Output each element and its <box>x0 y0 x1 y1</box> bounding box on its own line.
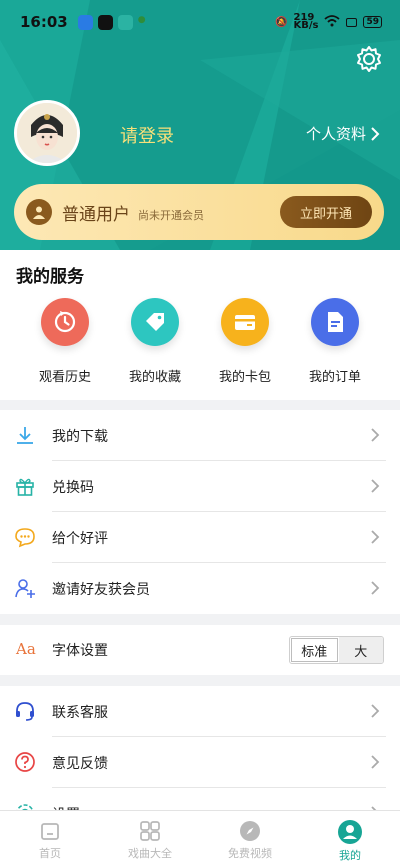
status-right: 🔕 219 KB/s 59 <box>275 12 382 31</box>
tiktok-icon <box>97 14 113 30</box>
nav-label: 我的 <box>339 849 361 862</box>
wifi-icon <box>324 14 341 30</box>
avatar-illustration <box>17 103 77 163</box>
app-notification-icon <box>77 14 93 30</box>
open-membership-button[interactable]: 立即开通 <box>280 196 372 228</box>
font-setting-row: Aa 字体设置 标准 大 <box>0 625 400 675</box>
profile-header: 16:03 ● 🔕 219 KB/s 59 请登录 个人资料 普通用户 尚未开通… <box>0 0 400 250</box>
dot-icon: ● <box>137 14 146 25</box>
font-size-toggle: 标准 大 <box>289 636 384 664</box>
section-title: 我的服务 <box>16 267 84 287</box>
chevron-right-icon <box>371 755 380 769</box>
grid-icon <box>140 821 160 841</box>
tag-icon <box>131 298 179 346</box>
service-favorites[interactable]: 我的收藏 <box>120 298 190 385</box>
home-icon <box>41 823 59 840</box>
compass-icon <box>240 821 260 841</box>
nav-opera-collection[interactable]: 戏曲大全 <box>100 811 200 866</box>
menu-item-redeem-code[interactable]: 兑换码 <box>0 461 400 512</box>
menu-item-rate-app[interactable]: 给个好评 <box>0 512 400 563</box>
login-link[interactable]: 请登录 <box>120 122 174 148</box>
membership-card: 普通用户 尚未开通会员 立即开通 <box>14 184 384 240</box>
nav-label: 免费视频 <box>228 847 272 860</box>
profile-link[interactable]: 个人资料 <box>306 123 380 144</box>
user-icon <box>338 820 362 844</box>
menu-label: 意见反馈 <box>52 755 108 772</box>
status-time: 16:03 <box>20 13 68 31</box>
chevron-right-icon <box>371 428 380 442</box>
profile-link-label: 个人资料 <box>305 125 366 143</box>
settings-button[interactable] <box>354 44 384 74</box>
wallet-icon <box>221 298 269 346</box>
settings-icon <box>357 46 381 72</box>
service-label: 我的订单 <box>308 370 361 385</box>
menu-label: 邀请好友获会员 <box>52 581 150 598</box>
menu-item-feedback[interactable]: 意见反馈 <box>0 737 400 788</box>
gift-icon <box>16 478 34 496</box>
status-bar: 16:03 ● 🔕 219 KB/s 59 <box>0 0 400 44</box>
member-status: 尚未开通会员 <box>138 208 204 222</box>
font-option-standard[interactable]: 标准 <box>291 638 338 662</box>
menu-label: 我的下载 <box>52 428 108 445</box>
font-option-large[interactable]: 大 <box>338 637 383 663</box>
menu-group-primary: 我的下载 兑换码 给个好评 邀请好友获会员 <box>0 410 400 614</box>
chevron-right-icon <box>371 479 380 493</box>
member-user-icon <box>26 199 52 225</box>
nav-home[interactable]: 首页 <box>0 811 100 866</box>
message-icon <box>117 14 133 30</box>
headset-icon <box>16 702 34 721</box>
nav-label: 戏曲大全 <box>128 847 172 860</box>
menu-label: 联系客服 <box>52 704 108 721</box>
menu-item-invite-friends[interactable]: 邀请好友获会员 <box>0 563 400 614</box>
font-size-icon: Aa <box>16 640 36 658</box>
order-icon <box>311 298 359 346</box>
chevron-right-icon <box>371 581 380 595</box>
my-services-section: 我的服务 观看历史 我的收藏 我的卡包 我的订单 <box>0 250 400 400</box>
service-label: 我的卡包 <box>218 370 271 385</box>
mute-icon: 🔕 <box>275 16 288 28</box>
chevron-right-icon <box>371 126 380 141</box>
comment-icon <box>15 528 35 548</box>
history-icon <box>41 298 89 346</box>
service-wallet[interactable]: 我的卡包 <box>210 298 280 385</box>
service-label: 观看历史 <box>38 370 91 385</box>
nav-mine[interactable]: 我的 <box>300 811 400 866</box>
bottom-navigation: 首页 戏曲大全 免费视频 我的 <box>0 810 400 866</box>
nav-free-videos[interactable]: 免费视频 <box>200 811 300 866</box>
service-history[interactable]: 观看历史 <box>30 298 100 385</box>
menu-item-downloads[interactable]: 我的下载 <box>0 410 400 461</box>
services-row: 观看历史 我的收藏 我的卡包 我的订单 <box>0 298 400 385</box>
question-icon <box>15 752 35 772</box>
member-level: 普通用户 <box>62 204 130 225</box>
download-icon <box>17 427 33 444</box>
network-speed: 219 KB/s <box>293 12 319 31</box>
menu-label: 给个好评 <box>52 530 108 547</box>
nav-label: 首页 <box>39 847 61 860</box>
chevron-right-icon <box>371 704 380 718</box>
invite-user-icon <box>15 579 35 598</box>
service-orders[interactable]: 我的订单 <box>300 298 370 385</box>
menu-item-customer-service[interactable]: 联系客服 <box>0 686 400 737</box>
avatar[interactable] <box>14 100 80 166</box>
service-label: 我的收藏 <box>128 370 181 385</box>
menu-label: 兑换码 <box>52 479 94 496</box>
battery-indicator: 59 <box>363 16 382 28</box>
sim-icon <box>346 17 358 27</box>
font-setting-label: 字体设置 <box>52 643 108 659</box>
notification-icons: ● <box>77 14 146 30</box>
chevron-right-icon <box>371 530 380 544</box>
